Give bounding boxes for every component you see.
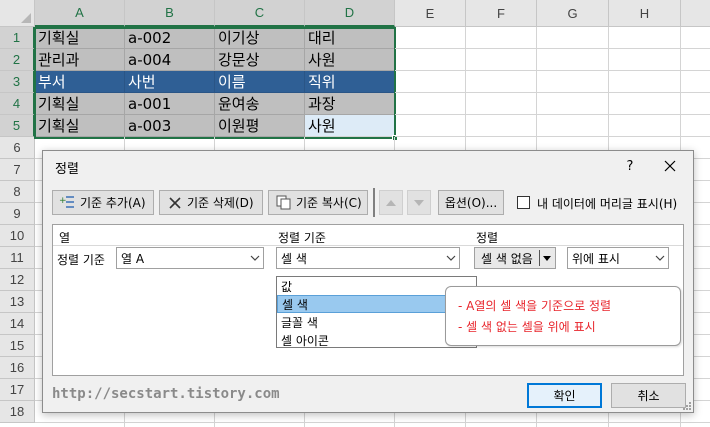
cell-color-value: 셀 색 없음 — [481, 251, 533, 266]
svg-text:+: + — [59, 196, 67, 206]
sort-on-header-label: 정렬 기준 — [278, 231, 326, 245]
copy-level-label: 기준 복사(C) — [296, 196, 362, 210]
cell-d3[interactable]: 직위 — [305, 71, 395, 93]
watermark: http://secstart.tistory.com — [52, 386, 280, 402]
grid-right-of-table — [395, 27, 710, 137]
row-header-4[interactable]: 4 — [0, 93, 35, 115]
delete-level-button[interactable]: 기준 삭제(D) — [159, 190, 263, 215]
cell-b2[interactable]: a-004 — [125, 49, 215, 71]
cell-b3[interactable]: 사번 — [125, 71, 215, 93]
row-header-6[interactable]: 6 — [0, 137, 35, 159]
column-header-e[interactable]: E — [395, 0, 466, 27]
triangle-down-icon — [414, 199, 424, 206]
annotation-line-1: - A열의 셀 색을 기준으로 정렬 — [458, 299, 612, 313]
resize-grip-icon[interactable] — [681, 400, 691, 410]
cell-c2[interactable]: 강문상 — [215, 49, 305, 71]
column-header-d[interactable]: D — [305, 0, 395, 27]
select-all-corner[interactable] — [0, 0, 35, 27]
cell-c3[interactable]: 이름 — [215, 71, 305, 93]
sort-on-select[interactable]: 셀 색 — [276, 247, 460, 269]
column-header-g[interactable]: G — [537, 0, 609, 27]
column-header-h[interactable]: H — [609, 0, 681, 27]
ok-button[interactable]: 확인 — [527, 383, 602, 408]
position-select[interactable]: 위에 표시 — [567, 247, 669, 269]
cell-d2[interactable]: 사원 — [305, 49, 395, 71]
delete-x-icon — [166, 194, 184, 212]
row-header-3[interactable]: 3 — [0, 71, 35, 93]
cell-a4[interactable]: 기획실 — [35, 93, 125, 115]
cancel-button[interactable]: 취소 — [611, 383, 686, 408]
row-header-10[interactable]: 10 — [0, 225, 35, 247]
cell-d4[interactable]: 과장 — [305, 93, 395, 115]
row-header-5[interactable]: 5 — [0, 115, 35, 137]
cell-c1[interactable]: 이기상 — [215, 27, 305, 49]
select-all-triangle-icon — [21, 13, 31, 23]
cell-d1[interactable]: 대리 — [305, 27, 395, 49]
column-header-f[interactable]: F — [466, 0, 537, 27]
copy-icon — [275, 194, 293, 212]
row-header-11[interactable]: 11 — [0, 247, 35, 269]
cell-a1[interactable]: 기획실 — [35, 27, 125, 49]
header-divider — [53, 245, 683, 246]
cell-c5[interactable]: 이원평 — [215, 115, 305, 137]
column-header-c[interactable]: C — [215, 0, 305, 27]
row-header-14[interactable]: 14 — [0, 313, 35, 335]
toolbar-separator — [373, 188, 375, 217]
cell-color-picker[interactable]: 셀 색 없음 — [474, 247, 556, 269]
row-header-9[interactable]: 9 — [0, 203, 35, 225]
annotation-line-2: - 셀 색 없는 셀을 위에 표시 — [458, 320, 596, 334]
row-header-12[interactable]: 12 — [0, 269, 35, 291]
sort-dialog: 정렬 ? + 기준 추가(A) 기준 삭제(D) 기준 복사(C) 옵션(O).… — [42, 150, 694, 413]
chevron-down-icon — [246, 248, 263, 268]
row-header-15[interactable]: 15 — [0, 335, 35, 357]
column-select-value: 열 A — [121, 251, 145, 266]
sort-by-label: 정렬 기준 — [57, 253, 105, 267]
cell-a5[interactable]: 기획실 — [35, 115, 125, 137]
column-header-blank — [681, 0, 710, 27]
cell-b1[interactable]: a-002 — [125, 27, 215, 49]
row-header-13[interactable]: 13 — [0, 291, 35, 313]
copy-level-button[interactable]: 기준 복사(C) — [268, 190, 368, 215]
triangle-down-icon — [543, 252, 552, 267]
row-header-2[interactable]: 2 — [0, 49, 35, 71]
options-button[interactable]: 옵션(O)... — [438, 190, 504, 215]
dialog-title: 정렬 — [55, 162, 79, 177]
header-checkbox-label[interactable]: 내 데이터에 머리글 표시(H) — [537, 195, 677, 212]
column-header-label: 열 — [59, 231, 71, 245]
cell-b4[interactable]: a-001 — [125, 93, 215, 115]
move-down-button[interactable] — [407, 190, 431, 215]
close-icon — [664, 160, 676, 172]
column-header-a[interactable]: A — [35, 0, 125, 27]
close-button[interactable] — [659, 155, 681, 177]
chevron-down-icon — [651, 248, 668, 268]
row-header-7[interactable]: 7 — [0, 159, 35, 181]
add-level-label: 기준 추가(A) — [80, 196, 146, 210]
column-header-b[interactable]: B — [125, 0, 215, 27]
delete-level-label: 기준 삭제(D) — [187, 196, 254, 210]
add-level-button[interactable]: + 기준 추가(A) — [52, 190, 154, 215]
triangle-up-icon — [386, 199, 396, 206]
color-picker-divider — [539, 250, 540, 266]
chevron-down-icon — [442, 248, 459, 268]
sort-on-select-value: 셀 색 — [281, 251, 307, 266]
row-header-8[interactable]: 8 — [0, 181, 35, 203]
help-button[interactable]: ? — [619, 155, 641, 177]
cell-b5[interactable]: a-003 — [125, 115, 215, 137]
column-select[interactable]: 열 A — [116, 247, 264, 269]
row-header-18[interactable]: 18 — [0, 401, 35, 423]
move-up-button[interactable] — [379, 190, 403, 215]
cell-c4[interactable]: 윤여송 — [215, 93, 305, 115]
cell-d5[interactable]: 사원 — [305, 115, 395, 137]
position-select-value: 위에 표시 — [572, 251, 620, 266]
row-header-1[interactable]: 1 — [0, 27, 35, 49]
row-header-17[interactable]: 17 — [0, 379, 35, 401]
header-checkbox[interactable] — [517, 196, 530, 209]
add-level-icon: + — [59, 194, 77, 212]
cell-a3[interactable]: 부서 — [35, 71, 125, 93]
cell-a2[interactable]: 관리과 — [35, 49, 125, 71]
row-header-16[interactable]: 16 — [0, 357, 35, 379]
annotation-note: - A열의 셀 색을 기준으로 정렬 - 셀 색 없는 셀을 위에 표시 — [445, 286, 681, 346]
order-header-label: 정렬 — [476, 231, 499, 245]
